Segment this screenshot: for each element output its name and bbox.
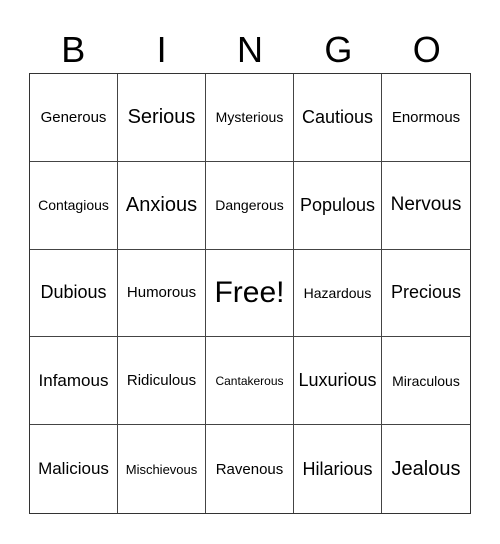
bingo-cell[interactable]: Ravenous xyxy=(206,425,294,513)
bingo-cell[interactable]: Nervous xyxy=(382,162,470,250)
bingo-cell[interactable]: Enormous xyxy=(382,74,470,162)
bingo-cell[interactable]: Dangerous xyxy=(206,161,294,250)
free-space-cell[interactable]: Free! xyxy=(206,249,294,338)
bingo-header: B I N G O xyxy=(29,28,471,72)
bingo-cell[interactable]: Cantakerous xyxy=(206,337,294,426)
bingo-cell[interactable]: Anxious xyxy=(118,161,206,250)
bingo-cell[interactable]: Serious xyxy=(118,74,206,162)
bingo-cell[interactable]: Populous xyxy=(294,161,382,250)
bingo-cell[interactable]: Humorous xyxy=(118,249,206,338)
header-letter-n: N xyxy=(236,29,263,70)
bingo-cell[interactable]: Ridiculous xyxy=(118,337,206,426)
bingo-cell[interactable]: Miraculous xyxy=(382,337,470,426)
header-letter-b: B xyxy=(61,29,86,70)
bingo-cell[interactable]: Luxurious xyxy=(294,337,382,426)
bingo-cell[interactable]: Infamous xyxy=(30,337,118,426)
bingo-grid: Generous Serious Mysterious Cautious Eno… xyxy=(29,73,471,514)
bingo-cell[interactable]: Malicious xyxy=(30,425,118,513)
bingo-cell[interactable]: Cautious xyxy=(294,74,382,162)
header-letter-o: O xyxy=(412,29,441,70)
bingo-cell[interactable]: Mysterious xyxy=(206,74,294,162)
bingo-cell[interactable]: Precious xyxy=(382,250,470,338)
bingo-cell[interactable]: Hilarious xyxy=(294,425,382,513)
header-letter-i: I xyxy=(156,29,167,70)
bingo-cell[interactable]: Jealous xyxy=(382,425,470,513)
bingo-cell[interactable]: Hazardous xyxy=(294,249,382,338)
bingo-cell[interactable]: Contagious xyxy=(30,161,118,250)
bingo-cell[interactable]: Generous xyxy=(30,74,118,162)
bingo-cell[interactable]: Dubious xyxy=(30,249,118,338)
header-letter-g: G xyxy=(324,29,353,70)
bingo-cell[interactable]: Mischievous xyxy=(118,425,206,513)
